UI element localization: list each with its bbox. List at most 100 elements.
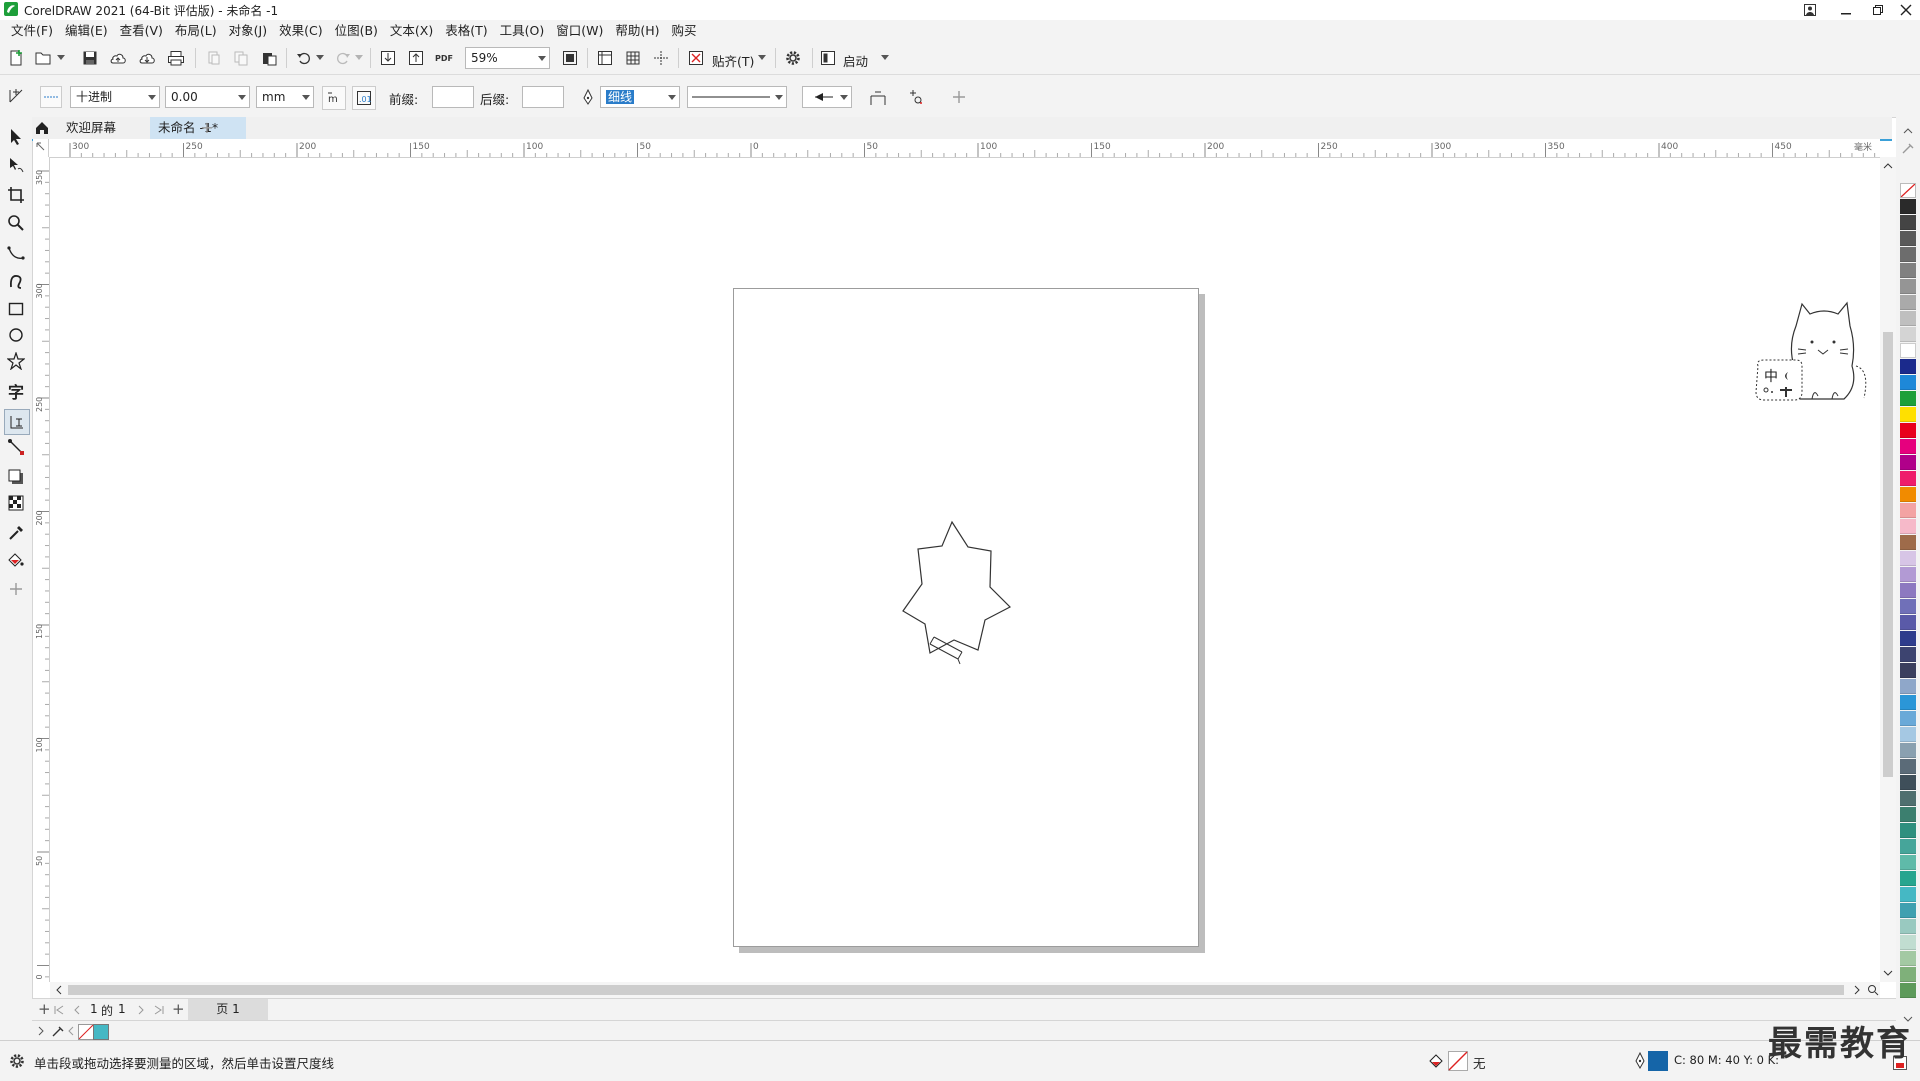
menu-tools[interactable]: 工具(O) [499,20,556,42]
fill-none-swatch-icon[interactable] [1448,1051,1468,1071]
document-palette-expand-icon[interactable] [36,1025,46,1037]
palette-swatch[interactable] [1900,519,1916,534]
palette-swatch[interactable] [1900,823,1916,838]
new-document-icon[interactable] [6,48,26,68]
palette-swatch[interactable] [1900,407,1916,422]
print-icon[interactable] [166,48,186,68]
menu-edit[interactable]: 编辑(E) [64,20,119,42]
palette-swatch[interactable] [1900,439,1916,454]
palette-swatch[interactable] [1900,983,1916,998]
cut-icon[interactable] [203,48,223,68]
palette-swatch[interactable] [1900,471,1916,486]
palette-swatch[interactable] [1900,759,1916,774]
status-settings-gear-icon[interactable] [8,1052,26,1070]
palette-swatch[interactable] [1900,679,1916,694]
snap-off-icon[interactable] [686,48,706,68]
home-icon[interactable] [34,117,50,139]
crop-tool-icon[interactable] [4,183,28,207]
polygon-star-tool-icon[interactable] [4,349,28,373]
palette-swatch[interactable] [1900,199,1916,214]
palette-swatch[interactable] [1900,535,1916,550]
palette-swatch[interactable] [1900,343,1916,358]
scroll-left-arrow-icon[interactable] [52,982,66,998]
scroll-down-arrow-icon[interactable] [1880,966,1896,980]
menu-object[interactable]: 对象(J) [228,20,278,42]
ime-cat-sticker-icon[interactable]: 中 [1752,296,1892,411]
palette-swatch[interactable] [1900,327,1916,342]
cloud-sync-icon[interactable] [137,48,157,68]
palette-swatch[interactable] [1900,263,1916,278]
eyedropper-tool-icon[interactable] [4,521,28,545]
menu-effects[interactable]: 效果(C) [278,20,333,42]
copy-icon[interactable] [231,48,251,68]
palette-swatch[interactable] [1900,503,1916,518]
palette-swatch[interactable] [1900,887,1916,902]
no-color-swatch[interactable] [1900,183,1916,198]
prefix-input[interactable] [432,86,474,108]
palette-swatch[interactable] [1900,487,1916,502]
palette-swatch[interactable] [1900,279,1916,294]
add-page-before-icon[interactable]: + [38,1000,51,1018]
full-screen-preview-icon[interactable] [560,48,580,68]
menu-view[interactable]: 查看(V) [119,20,174,42]
text-position-icon[interactable] [904,86,928,110]
start-arrowhead-select[interactable] [802,86,852,108]
show-rulers-icon[interactable] [595,48,615,68]
menu-text[interactable]: 文本(X) [389,20,444,42]
document-palette-eyedropper-icon[interactable] [50,1023,66,1039]
artistic-media-tool-icon[interactable] [4,269,28,293]
palette-swatch[interactable] [1900,247,1916,262]
minimize-button[interactable] [1830,0,1862,20]
dimension-precision-select[interactable]: 0.00 [165,86,250,108]
first-page-icon[interactable] [52,1003,66,1017]
previous-page-icon[interactable] [70,1003,84,1017]
palette-swatch[interactable] [1900,551,1916,566]
customize-toolbox-plus-icon[interactable] [4,577,28,601]
paste-icon[interactable] [259,48,279,68]
show-units-icon[interactable]: m [322,86,346,110]
palette-swatch[interactable] [1900,775,1916,790]
rectangle-tool-icon[interactable] [4,297,28,321]
palette-swatch[interactable] [1900,631,1916,646]
connector-tool-icon[interactable] [4,435,28,459]
palette-swatch[interactable] [1900,311,1916,326]
palette-swatch[interactable] [1900,839,1916,854]
horizontal-scroll-thumb[interactable] [68,985,1844,995]
palette-swatch[interactable] [1900,391,1916,406]
palette-swatch[interactable] [1900,935,1916,950]
horizontal-ruler[interactable]: 300 250 200 150 100 50 0 50 100 150 200 250 300 350 40… [48,139,1905,158]
show-leading-zero-icon[interactable]: .01 [352,86,376,110]
add-property-plus-icon[interactable] [948,86,970,108]
line-style-select[interactable] [687,86,787,108]
palette-swatch[interactable] [1900,423,1916,438]
palette-swatch[interactable] [1900,231,1916,246]
palette-swatch[interactable] [1900,695,1916,710]
palette-swatch[interactable] [1900,903,1916,918]
palette-swatch[interactable] [1900,791,1916,806]
menu-table[interactable]: 表格(T) [444,20,498,42]
last-page-icon[interactable] [152,1003,166,1017]
dynamic-dimensioning-icon[interactable] [866,86,890,110]
ellipse-tool-icon[interactable] [4,323,28,347]
publish-pdf-icon[interactable]: PDF [434,48,454,68]
pick-tool-icon[interactable] [4,125,28,149]
open-folder-icon[interactable] [34,48,54,68]
palette-swatch[interactable] [1900,647,1916,662]
palette-swatch[interactable] [1900,967,1916,982]
cloud-upload-icon[interactable] [108,48,128,68]
palette-swatch[interactable] [1900,711,1916,726]
redo-dropdown-icon[interactable] [354,52,364,64]
palette-swatch[interactable] [1900,855,1916,870]
add-page-after-icon[interactable]: + [172,1000,185,1018]
vertical-ruler[interactable]: 350300250200150100500-50 [33,157,50,1081]
palette-swatch[interactable] [1900,583,1916,598]
dimension-tool-icon[interactable] [5,85,27,107]
interactive-fill-tool-icon[interactable] [4,547,28,571]
menu-buy[interactable]: 购买 [671,20,708,42]
text-tool-icon[interactable]: 字 [4,379,28,403]
palette-eyedropper-icon[interactable] [1896,141,1920,155]
outline-color-swatch[interactable] [1648,1051,1668,1071]
dimension-units-select[interactable]: mm [256,86,314,108]
undo-icon[interactable] [294,48,314,68]
palette-swatch[interactable] [1900,295,1916,310]
